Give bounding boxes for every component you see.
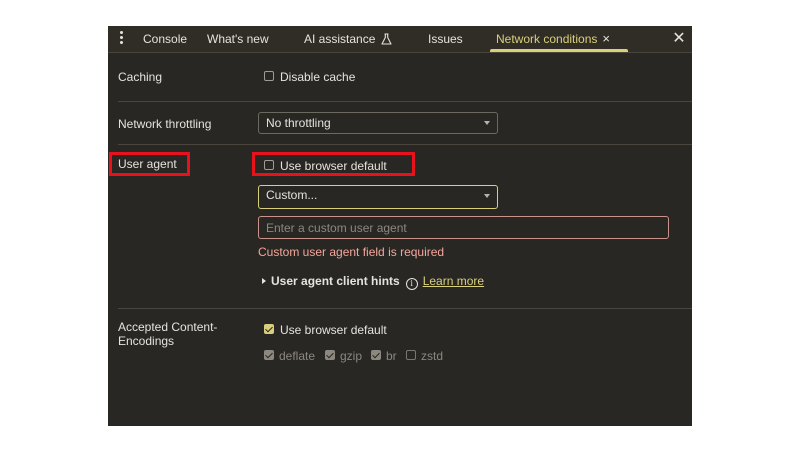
tab-console[interactable]: Console (143, 26, 187, 52)
encoding-zstd-label: zstd (421, 349, 444, 363)
drawer-tab-bar: Console What's new AI assistance Issues … (108, 26, 692, 53)
network-throttling-value: No throttling (266, 116, 331, 130)
encodings-use-default-checkbox[interactable] (264, 324, 274, 334)
user-agent-select[interactable]: Custom... (258, 185, 498, 209)
user-agent-client-hints-row: User agent client hints i Learn more (262, 274, 484, 290)
tab-console-label: Console (143, 32, 188, 46)
client-hints-toggle[interactable]: User agent client hints (271, 274, 400, 288)
chevron-down-icon (484, 194, 490, 198)
encodings-use-default-label: Use browser default (280, 323, 387, 337)
chevron-down-icon (484, 121, 490, 125)
tab-whats-new-label: What's new (207, 32, 269, 46)
expand-triangle-icon[interactable] (262, 278, 266, 284)
custom-user-agent-input[interactable] (258, 216, 669, 239)
tab-ai-assistance-label: AI assistance (304, 32, 376, 46)
active-tab-indicator (490, 49, 628, 52)
caching-label: Caching (118, 70, 163, 84)
disable-cache-checkbox[interactable] (264, 71, 274, 81)
tab-issues-label: Issues (428, 32, 463, 46)
learn-more-link[interactable]: Learn more (423, 274, 484, 288)
divider (118, 144, 692, 145)
user-agent-error-message: Custom user agent field is required (258, 245, 445, 259)
divider (118, 101, 692, 102)
encoding-gzip-label: gzip (340, 349, 363, 363)
close-drawer-icon[interactable]: ✕ (672, 28, 686, 50)
network-throttling-label: Network throttling (118, 117, 212, 131)
divider (118, 308, 692, 309)
tab-issues[interactable]: Issues (428, 26, 463, 52)
network-throttling-select[interactable]: No throttling (258, 112, 498, 134)
encoding-br-label: br (386, 349, 397, 363)
devtools-drawer: Console What's new AI assistance Issues … (108, 26, 692, 426)
user-agent-label-highlight (109, 152, 190, 176)
user-agent-select-value: Custom... (266, 188, 318, 202)
encoding-gzip-checkbox (325, 350, 335, 360)
encoding-br-checkbox (371, 350, 381, 360)
encoding-deflate-checkbox (264, 350, 274, 360)
info-icon: i (405, 278, 418, 290)
more-tabs-menu-icon[interactable] (118, 31, 124, 47)
tab-network-conditions-label: Network conditions (496, 32, 598, 46)
flask-icon (381, 33, 392, 45)
tab-whats-new[interactable]: What's new (207, 26, 269, 52)
tab-ai-assistance[interactable]: AI assistance (304, 26, 392, 52)
content-encodings-label: Accepted Content-Encodings (118, 320, 218, 348)
disable-cache-label: Disable cache (280, 70, 356, 84)
use-browser-default-highlight (252, 152, 415, 176)
encoding-zstd-checkbox (406, 350, 416, 360)
encoding-deflate-label: deflate (279, 349, 316, 363)
